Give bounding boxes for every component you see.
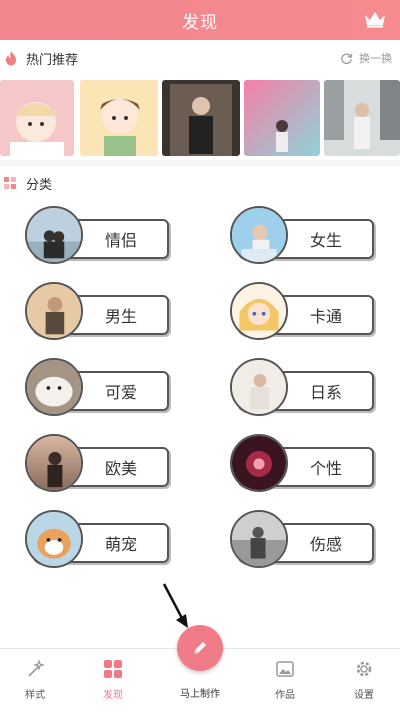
cute-avatar: [25, 358, 83, 416]
pencil-icon: [194, 642, 206, 654]
category-personality[interactable]: 个性: [230, 434, 380, 498]
category-couple[interactable]: 情侣: [25, 206, 175, 270]
girl-avatar: [230, 206, 288, 264]
category-name: 卡通: [310, 307, 343, 326]
top-header: 发现: [0, 0, 400, 40]
page-title: 发现: [182, 12, 218, 33]
western-avatar: [25, 434, 83, 492]
cartoon-girl-thumb[interactable]: [0, 80, 74, 156]
refresh-icon: [341, 52, 353, 64]
category-header: 分类: [0, 166, 52, 200]
category-name: 可爱: [105, 383, 138, 402]
tab-works[interactable]: 作品: [250, 649, 320, 714]
category-name: 女生: [310, 231, 343, 250]
gallery-icon: [276, 661, 294, 677]
category-sad[interactable]: 伤感: [230, 510, 380, 574]
crown-icon[interactable]: [364, 10, 386, 28]
japanese-avatar: [230, 358, 288, 416]
sad-avatar: [230, 510, 288, 568]
tab-label: 作品: [275, 690, 295, 701]
category-cartoon[interactable]: 卡通: [230, 282, 380, 346]
couple-avatar: [25, 206, 83, 264]
street-girl-thumb[interactable]: [324, 80, 400, 156]
refresh-button[interactable]: 换一换: [340, 40, 392, 76]
tab-label: 样式: [25, 690, 45, 701]
tab-label: 发现: [103, 690, 123, 701]
category-pet[interactable]: 萌宠: [25, 510, 175, 574]
category-name: 情侣: [105, 231, 138, 250]
personality-avatar: [230, 434, 288, 492]
tab-style[interactable]: 样式: [0, 649, 70, 714]
category-name: 欧美: [105, 459, 138, 478]
category-name: 个性: [310, 459, 343, 478]
tab-discover[interactable]: 发现: [78, 649, 148, 714]
hot-recommend-header: 热门推荐 换一换: [0, 40, 400, 76]
tab-label: 设置: [354, 690, 374, 701]
pink-neon-thumb[interactable]: [244, 80, 320, 156]
boy-avatar: [25, 282, 83, 340]
category-boy[interactable]: 男生: [25, 282, 175, 346]
mirror-selfie-thumb[interactable]: [162, 80, 240, 156]
create-now-button[interactable]: [177, 625, 223, 671]
category-cute[interactable]: 可爱: [25, 358, 175, 422]
refresh-label: 换一换: [359, 52, 392, 65]
cartoon-avatar: [230, 282, 288, 340]
wand-icon: [28, 659, 45, 677]
category-western[interactable]: 欧美: [25, 434, 175, 498]
category-name: 萌宠: [105, 535, 138, 554]
create-now-label: 马上制作: [180, 689, 220, 700]
gear-icon: [356, 661, 372, 677]
tab-settings[interactable]: 设置: [329, 649, 399, 714]
category-name: 日系: [310, 383, 343, 402]
category-japanese[interactable]: 日系: [230, 358, 380, 422]
cartoon-boy-thumb[interactable]: [80, 80, 158, 156]
category-label: 分类: [26, 177, 53, 193]
hot-thumbnail-strip: [0, 76, 400, 160]
pointer-arrow-icon: [162, 583, 188, 628]
hot-recommend-label: 热门推荐: [26, 52, 79, 68]
category-panel: 分类 情侣 女生 男生 卡通 可爱 日系 欧美 个性 萌宠 伤感: [0, 166, 400, 648]
grid-icon: [104, 660, 122, 678]
category-name: 伤感: [310, 535, 343, 554]
fire-icon: [6, 51, 16, 66]
category-name: 男生: [105, 307, 138, 326]
category-grid-icon: [4, 177, 16, 189]
category-girl[interactable]: 女生: [230, 206, 380, 270]
pet-avatar: [25, 510, 83, 568]
